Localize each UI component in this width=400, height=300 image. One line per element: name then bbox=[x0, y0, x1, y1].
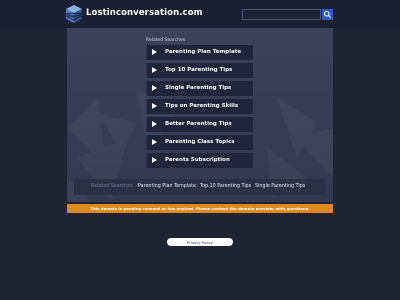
expiry-notice: This domain is pending renewal or has ex… bbox=[67, 204, 333, 213]
related-link-item[interactable]: Parenting Plan Template bbox=[146, 45, 253, 60]
arrow-right-icon bbox=[152, 67, 157, 73]
related-link-label: Better Parenting Tips bbox=[165, 121, 232, 127]
arrow-right-icon bbox=[152, 139, 157, 145]
site-name[interactable]: Lostinconversation.com bbox=[86, 8, 203, 18]
cube-logo-icon[interactable] bbox=[66, 5, 82, 23]
privacy-policy-button[interactable]: Privacy Policy bbox=[167, 238, 233, 246]
arrow-right-icon bbox=[152, 157, 157, 163]
related-link-item[interactable]: Parents Subscription bbox=[146, 153, 253, 168]
related-link-label: Single Parenting Tips bbox=[165, 85, 232, 91]
related-link-label: Parents Subscription bbox=[165, 157, 230, 163]
header: Lostinconversation.com bbox=[0, 0, 400, 28]
related-link-label: Top 10 Parenting Tips bbox=[165, 67, 233, 73]
related-searches-bar-label: Related Searches bbox=[91, 184, 133, 189]
related-link-item[interactable]: Tips on Parenting Skills bbox=[146, 99, 253, 114]
arrow-right-icon bbox=[152, 85, 157, 91]
related-links: Parenting Plan Template Top 10 Parenting… bbox=[146, 45, 253, 171]
related-link-item[interactable]: Better Parenting Tips bbox=[146, 117, 253, 132]
related-link-item[interactable]: Parenting Class Topics bbox=[146, 135, 253, 150]
related-link-label: Tips on Parenting Skills bbox=[165, 103, 239, 109]
search-input[interactable] bbox=[242, 9, 321, 20]
arrow-right-icon bbox=[152, 49, 157, 55]
related-link-label: Parenting Plan Template bbox=[165, 49, 242, 55]
bar-link[interactable]: Parenting Plan Template bbox=[138, 184, 196, 189]
bar-link[interactable]: Top 10 Parenting Tips bbox=[200, 184, 251, 189]
bar-link[interactable]: Single Parenting Tips bbox=[255, 184, 305, 189]
search-icon bbox=[323, 10, 331, 18]
related-link-item[interactable]: Single Parenting Tips bbox=[146, 81, 253, 96]
expiry-notice-text: This domain is pending renewal or has ex… bbox=[90, 206, 310, 211]
related-searches-label: Related Searches bbox=[146, 38, 186, 43]
search-button[interactable] bbox=[322, 9, 333, 20]
related-link-label: Parenting Class Topics bbox=[165, 139, 235, 145]
arrow-right-icon bbox=[152, 103, 157, 109]
related-link-item[interactable]: Top 10 Parenting Tips bbox=[146, 63, 253, 78]
related-searches-bar: Related Searches Parenting Plan Template… bbox=[74, 179, 326, 195]
privacy-policy-label: Privacy Policy bbox=[187, 239, 213, 245]
arrow-right-icon bbox=[152, 121, 157, 127]
